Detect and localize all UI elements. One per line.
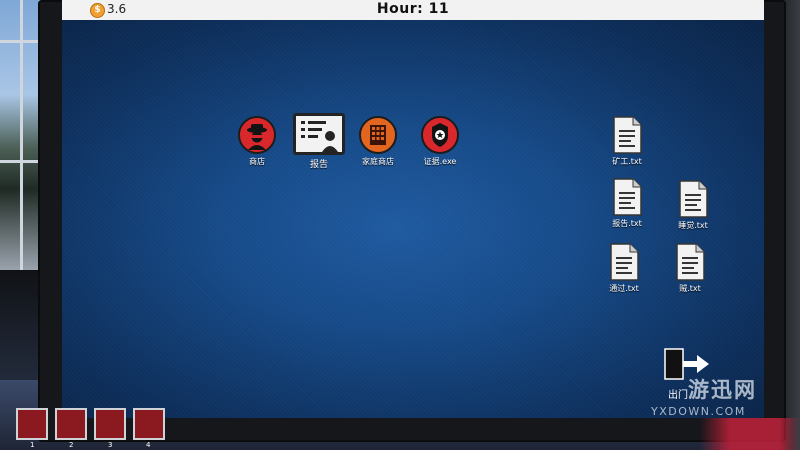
slot-number: 2	[69, 441, 74, 449]
inventory-slot-2[interactable]	[55, 408, 87, 440]
inventory-slot-4[interactable]	[133, 408, 165, 440]
slot-number: 4	[146, 441, 151, 449]
hour-display: Hour: 11	[376, 1, 450, 17]
status-bar: $ 3.6 Hour: 11	[62, 0, 764, 20]
app-label: 报告	[309, 160, 328, 170]
app-report[interactable]: 报告	[291, 113, 347, 170]
file-label: 睡觉.txt	[678, 221, 708, 230]
app-evidence[interactable]: 证据.exe	[418, 116, 462, 167]
text-file-icon	[609, 243, 639, 281]
file-thief[interactable]: 贼.txt	[665, 243, 715, 294]
text-file-icon	[612, 178, 642, 216]
red-smear	[700, 418, 800, 450]
file-label: 通过.txt	[609, 284, 639, 293]
inventory-slot-1[interactable]	[16, 408, 48, 440]
report-icon	[293, 113, 345, 155]
slot-number: 3	[108, 441, 113, 449]
watermark-url: YXDOWN.COM	[651, 405, 746, 418]
file-miner[interactable]: 矿工.txt	[602, 116, 652, 167]
slot-number: 1	[30, 441, 35, 449]
app-label: 商店	[249, 157, 265, 166]
app-home-shop[interactable]: 家庭商店	[356, 116, 400, 167]
app-label: 证据.exe	[423, 157, 457, 166]
file-pass[interactable]: 通过.txt	[599, 243, 649, 294]
file-report[interactable]: 报告.txt	[602, 178, 652, 229]
file-label: 贼.txt	[679, 284, 701, 293]
computer-desktop: 商店 报告 家庭商店 证据.exe 矿工.txt 报告.txt 睡觉.txt 通…	[62, 20, 764, 418]
file-label: 报告.txt	[612, 219, 642, 228]
text-file-icon	[612, 116, 642, 154]
text-file-icon	[675, 243, 705, 281]
text-file-icon	[678, 180, 708, 218]
app-label: 家庭商店	[362, 157, 394, 166]
file-sleep[interactable]: 睡觉.txt	[668, 180, 718, 231]
file-label: 矿工.txt	[612, 157, 642, 166]
house-shop-icon	[359, 116, 397, 154]
spy-icon	[238, 116, 276, 154]
evidence-badge-icon	[421, 116, 459, 154]
watermark-logo: 游迅网	[688, 378, 757, 402]
inventory-slot-3[interactable]	[94, 408, 126, 440]
app-shop[interactable]: 商店	[237, 116, 277, 167]
exit-label: 出门	[668, 390, 688, 401]
